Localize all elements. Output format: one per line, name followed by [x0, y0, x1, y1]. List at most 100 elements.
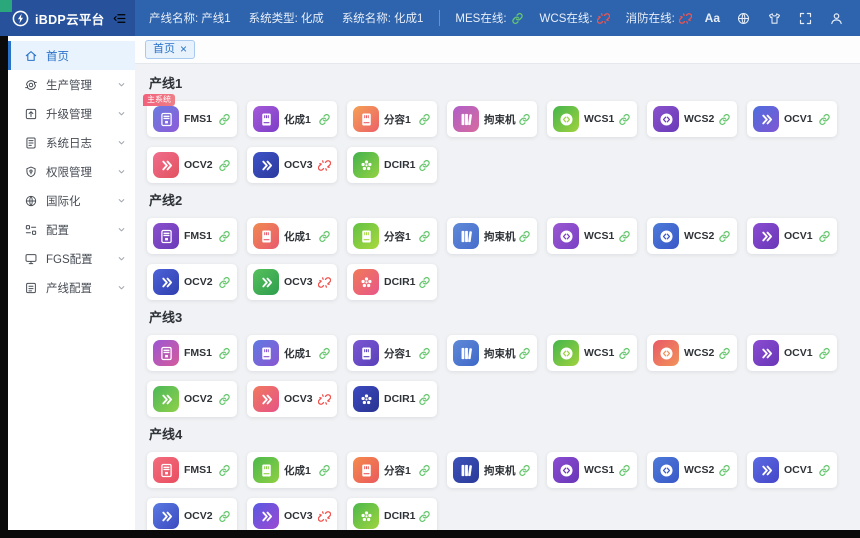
device-card[interactable]: FMS1 — [147, 452, 237, 488]
ocv-chevrons-icon — [253, 152, 279, 178]
device-card[interactable]: OCV3 — [247, 381, 337, 417]
sidebar-item-production[interactable]: 生产管理 — [8, 70, 135, 99]
device-card[interactable]: WCS1 — [547, 335, 637, 371]
device-card[interactable]: 拘束机 — [447, 335, 537, 371]
device-card[interactable]: OCV3 — [247, 264, 337, 300]
language-globe-icon[interactable] — [736, 11, 751, 26]
font-size-button[interactable]: Aa — [705, 11, 720, 26]
card-grid: 主系统 FMS1 化成1 分容1 拘束机 WCS1 WCS2 OCV1 — [147, 101, 848, 183]
device-card[interactable]: WCS1 — [547, 101, 637, 137]
device-card[interactable]: 化成1 — [247, 335, 337, 371]
tab-close-icon[interactable]: × — [180, 45, 187, 54]
device-card[interactable]: 化成1 — [247, 101, 337, 137]
sidebar-item-permission[interactable]: 权限管理 — [8, 157, 135, 186]
app-title: iBDP云平台 — [35, 9, 104, 28]
sidebar-item-home[interactable]: 首页 — [8, 41, 135, 70]
wcs-circle-icon — [553, 106, 579, 132]
chevron-down-icon — [116, 224, 127, 235]
device-card[interactable]: OCV2 — [147, 264, 237, 300]
device-label: DCIR1 — [384, 393, 416, 405]
header-info-item: 产线名称:产线1 — [149, 10, 231, 26]
device-card[interactable]: OCV1 — [747, 101, 837, 137]
device-card[interactable]: OCV3 — [247, 498, 337, 530]
device-card[interactable]: OCV1 — [747, 452, 837, 488]
theme-shirt-icon[interactable] — [767, 11, 782, 26]
device-card[interactable]: 化成1 — [247, 452, 337, 488]
device-card[interactable]: 主系统 FMS1 — [147, 101, 237, 137]
device-card[interactable]: 分容1 — [347, 101, 437, 137]
tab-home[interactable]: 首页 × — [145, 40, 195, 59]
link-online-icon — [418, 347, 431, 360]
device-label: OCV1 — [784, 464, 813, 476]
device-card[interactable]: WCS2 — [647, 335, 737, 371]
device-card[interactable]: OCV2 — [147, 381, 237, 417]
device-card[interactable]: WCS1 — [547, 218, 637, 254]
link-online-icon — [818, 347, 831, 360]
sidebar-item-upgrade[interactable]: 升级管理 — [8, 99, 135, 128]
device-card[interactable]: 分容1 — [347, 452, 437, 488]
user-icon[interactable] — [829, 11, 844, 26]
device-card[interactable]: OCV2 — [147, 147, 237, 183]
info-value: 产线1 — [201, 13, 230, 25]
device-label: OCV3 — [284, 393, 313, 405]
device-card[interactable]: DCIR1 — [347, 147, 437, 183]
upgrade-icon — [24, 107, 38, 121]
link-online-icon — [218, 113, 231, 126]
collapse-menu-icon[interactable] — [112, 11, 127, 26]
card-grid: FMS1 化成1 分容1 拘束机 WCS1 WCS2 OCV1 — [147, 218, 848, 300]
device-card[interactable]: DCIR1 — [347, 264, 437, 300]
device-label: WCS1 — [584, 113, 614, 125]
device-label: OCV1 — [784, 230, 813, 242]
device-card[interactable]: FMS1 — [147, 335, 237, 371]
device-card[interactable]: OCV1 — [747, 218, 837, 254]
sidebar-item-line-config[interactable]: 产线配置 — [8, 273, 135, 302]
chevron-down-icon — [116, 253, 127, 264]
monitor-icon — [24, 252, 38, 266]
production-line-section: 产线1 主系统 FMS1 化成1 分容1 拘束机 WCS1 WCS2 — [147, 73, 848, 183]
ocv-chevrons-icon — [753, 340, 779, 366]
link-online-icon — [418, 113, 431, 126]
chevron-down-icon — [116, 166, 127, 177]
device-card[interactable]: 拘束机 — [447, 452, 537, 488]
device-card[interactable]: WCS2 — [647, 101, 737, 137]
link-online-icon — [718, 464, 731, 477]
wcs-circle-icon — [553, 223, 579, 249]
sidebar-item-monitor[interactable]: FGS配置 — [8, 244, 135, 273]
device-card[interactable]: DCIR1 — [347, 498, 437, 530]
device-card[interactable]: 化成1 — [247, 218, 337, 254]
sidebar-item-system-log[interactable]: 系统日志 — [8, 128, 135, 157]
link-online-icon — [318, 113, 331, 126]
sidebar-item-config[interactable]: 配置 — [8, 215, 135, 244]
info-value: 化成 — [301, 13, 324, 25]
device-card[interactable]: WCS2 — [647, 452, 737, 488]
device-card[interactable]: FMS1 — [147, 218, 237, 254]
link-broken-icon — [318, 276, 331, 289]
device-card[interactable]: 分容1 — [347, 218, 437, 254]
fullscreen-icon[interactable] — [798, 11, 813, 26]
link-online-icon — [818, 464, 831, 477]
device-card[interactable]: DCIR1 — [347, 381, 437, 417]
device-card[interactable]: OCV1 — [747, 335, 837, 371]
device-card[interactable]: WCS1 — [547, 452, 637, 488]
link-online-icon — [418, 276, 431, 289]
device-label: OCV2 — [184, 276, 213, 288]
cabinet-icon — [253, 106, 279, 132]
header-info-item: 系统类型:化成 — [249, 10, 324, 26]
device-card[interactable]: OCV2 — [147, 498, 237, 530]
wcs-circle-icon — [553, 457, 579, 483]
device-card[interactable]: WCS2 — [647, 218, 737, 254]
ocv-chevrons-icon — [153, 152, 179, 178]
sidebar-item-globe[interactable]: 国际化 — [8, 186, 135, 215]
link-online-icon — [518, 113, 531, 126]
sidebar-item-label: 生产管理 — [46, 77, 92, 93]
ocv-chevrons-icon — [153, 386, 179, 412]
line-title: 产线3 — [149, 307, 848, 326]
app-header: iBDP云平台 产线名称:产线1系统类型:化成系统名称:化成1 MES在线:WC… — [0, 0, 860, 36]
device-card[interactable]: 拘束机 — [447, 101, 537, 137]
sidebar-nav: 首页 生产管理 升级管理 系统日志 权限管理 国际化 配置 FGS配置 — [8, 36, 135, 530]
device-card[interactable]: 拘束机 — [447, 218, 537, 254]
device-card[interactable]: OCV3 — [247, 147, 337, 183]
device-card[interactable]: 分容1 — [347, 335, 437, 371]
wcs-circle-icon — [653, 457, 679, 483]
dcir-cluster-icon — [353, 503, 379, 529]
